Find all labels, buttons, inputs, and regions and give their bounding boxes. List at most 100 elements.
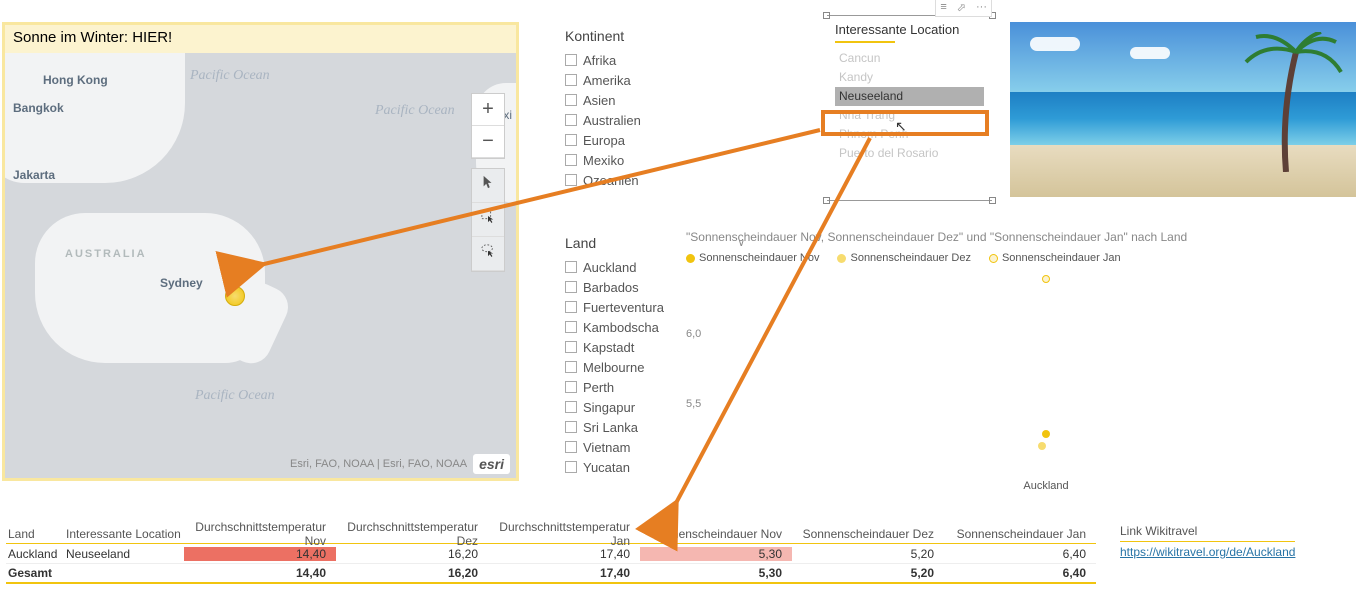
checkbox-icon	[565, 341, 577, 353]
pointer-tool-button[interactable]	[472, 169, 504, 203]
slicer-item-label: Amerika	[583, 73, 631, 88]
grip-icon[interactable]: ≡	[940, 1, 946, 14]
checkbox-icon	[565, 401, 577, 413]
map-marker[interactable]	[225, 286, 245, 306]
esri-logo: esri	[473, 454, 510, 474]
legend-dot-icon	[989, 254, 998, 263]
legend-dot-icon	[837, 254, 846, 263]
slicer-item-label: Barbados	[583, 280, 639, 295]
slicer-title: Kontinent	[565, 28, 745, 44]
location-item[interactable]: Puerto del Rosario	[835, 144, 984, 163]
checkbox-icon	[565, 74, 577, 86]
checkbox-icon	[565, 361, 577, 373]
zoom-controls: + −	[471, 93, 505, 159]
rect-select-button[interactable]	[472, 203, 504, 237]
slicer-item-label: Sri Lanka	[583, 420, 638, 435]
slicer-item[interactable]: Mexiko	[565, 150, 745, 170]
city-label: Jakarta	[13, 168, 55, 182]
title-underline	[835, 41, 895, 43]
slicer-item-label: Melbourne	[583, 360, 644, 375]
map-attribution: Esri, FAO, NOAA | Esri, FAO, NOAA esri	[290, 454, 510, 474]
checkbox-icon	[565, 441, 577, 453]
map-tools	[471, 168, 505, 272]
col-header[interactable]: Sonnenscheindauer Jan	[944, 527, 1096, 541]
col-header[interactable]: Land	[6, 527, 66, 541]
checkbox-icon	[565, 154, 577, 166]
location-item[interactable]: Cancun	[835, 49, 984, 68]
ocean-label: Pacific Ocean	[195, 388, 275, 404]
location-item[interactable]: Kandy	[835, 68, 984, 87]
zoom-out-button[interactable]: −	[472, 126, 504, 158]
more-icon[interactable]: ···	[976, 1, 987, 14]
checkbox-icon	[565, 381, 577, 393]
slicer-location: ≡ ⬀ ··· Interessante Location CancunKand…	[827, 15, 992, 201]
city-label: Bangkok	[13, 101, 64, 115]
visual-toolbar: ≡ ⬀ ···	[935, 0, 992, 17]
slicer-title: Interessante Location	[827, 16, 992, 39]
checkbox-icon	[565, 421, 577, 433]
legend-dot-icon	[686, 254, 695, 263]
checkbox-icon	[565, 134, 577, 146]
checkbox-icon	[565, 281, 577, 293]
slicer-item[interactable]: Amerika	[565, 70, 745, 90]
slicer-kontinent: Kontinent Afrika Amerika Asien Australien Eu…	[565, 28, 745, 190]
data-point[interactable]	[1038, 442, 1046, 450]
slicer-item[interactable]: Ozeanien	[565, 170, 745, 190]
y-tick: 5,5	[686, 398, 701, 410]
city-label: Hong Kong	[43, 73, 108, 87]
slicer-item-label: Perth	[583, 380, 614, 395]
wikitravel-link[interactable]: https://wikitravel.org/de/Auckland	[1120, 545, 1295, 559]
slicer-item-label: Singapur	[583, 400, 635, 415]
data-point[interactable]	[1042, 430, 1050, 438]
checkbox-icon	[565, 54, 577, 66]
slicer-item-label: Auckland	[583, 260, 636, 275]
y-tick: 6,0	[686, 328, 701, 340]
slicer-item[interactable]: Asien	[565, 90, 745, 110]
slicer-item-label: Asien	[583, 93, 616, 108]
lasso-select-button[interactable]	[472, 237, 504, 271]
col-header[interactable]: Durchschnittstemperatur Jan	[488, 520, 640, 548]
col-header[interactable]: Durchschnittstemperatur Dez	[336, 520, 488, 548]
checkbox-icon	[565, 114, 577, 126]
x-tick: Auckland	[1023, 480, 1068, 492]
slicer-item-label: Mexiko	[583, 153, 624, 168]
slicer-item-label: Vietnam	[583, 440, 630, 455]
slicer-item[interactable]: Europa	[565, 130, 745, 150]
country-label: AUSTRALIA	[65, 248, 147, 260]
checkbox-icon	[565, 174, 577, 186]
slicer-item-label: Afrika	[583, 53, 616, 68]
checkbox-icon	[565, 301, 577, 313]
slicer-item-label: Europa	[583, 133, 625, 148]
slicer-item[interactable]: Australien	[565, 110, 745, 130]
link-header: Link Wikitravel	[1120, 524, 1295, 542]
focus-icon[interactable]: ⬀	[957, 1, 966, 14]
table-row[interactable]: Auckland Neuseeland 14,40 16,20 17,40 5,…	[6, 544, 1096, 564]
col-header[interactable]: Interessante Location	[66, 527, 184, 541]
map-visual: Sonne im Winter: HIER! Pacific Ocean Pac…	[2, 22, 519, 481]
chart-visual[interactable]: "Sonnenscheindauer Nov, Sonnenscheindaue…	[686, 230, 1356, 510]
map-title: Sonne im Winter: HIER!	[5, 25, 516, 53]
data-table[interactable]: Land Interessante Location Durchschnitts…	[6, 524, 1096, 584]
slicer-item-label: Fuerteventura	[583, 300, 664, 315]
data-point[interactable]	[1042, 275, 1050, 283]
slicer-item-label: Kambodscha	[583, 320, 659, 335]
slicer-item-label: Yucatan	[583, 460, 630, 475]
slicer-item[interactable]: Afrika	[565, 50, 745, 70]
col-header[interactable]: Durchschnittstemperatur Nov	[184, 520, 336, 548]
checkbox-icon	[565, 461, 577, 473]
slicer-item-label: Australien	[583, 113, 641, 128]
city-label: Sydney	[160, 276, 203, 290]
checkbox-icon	[565, 321, 577, 333]
ocean-label: Pacific Ocean	[375, 103, 455, 119]
zoom-in-button[interactable]: +	[472, 94, 504, 126]
chart-plot-area: 6,0 5,5 Auckland	[686, 274, 1356, 474]
location-item[interactable]: Neuseeland	[835, 87, 984, 106]
col-header[interactable]: Sonnenscheindauer Dez	[792, 527, 944, 541]
image-visual	[1010, 22, 1356, 197]
chart-legend: Sonnenscheindauer Nov Sonnenscheindauer …	[686, 252, 1356, 264]
slicer-item-label: Ozeanien	[583, 173, 639, 188]
ocean-label: Pacific Ocean	[190, 68, 270, 84]
chart-title: "Sonnenscheindauer Nov, Sonnenscheindaue…	[686, 230, 1356, 244]
map-canvas[interactable]: Pacific Ocean Pacific Ocean Pacific Ocea…	[5, 53, 516, 478]
col-header[interactable]: Sonnenscheindauer Nov	[640, 527, 792, 541]
